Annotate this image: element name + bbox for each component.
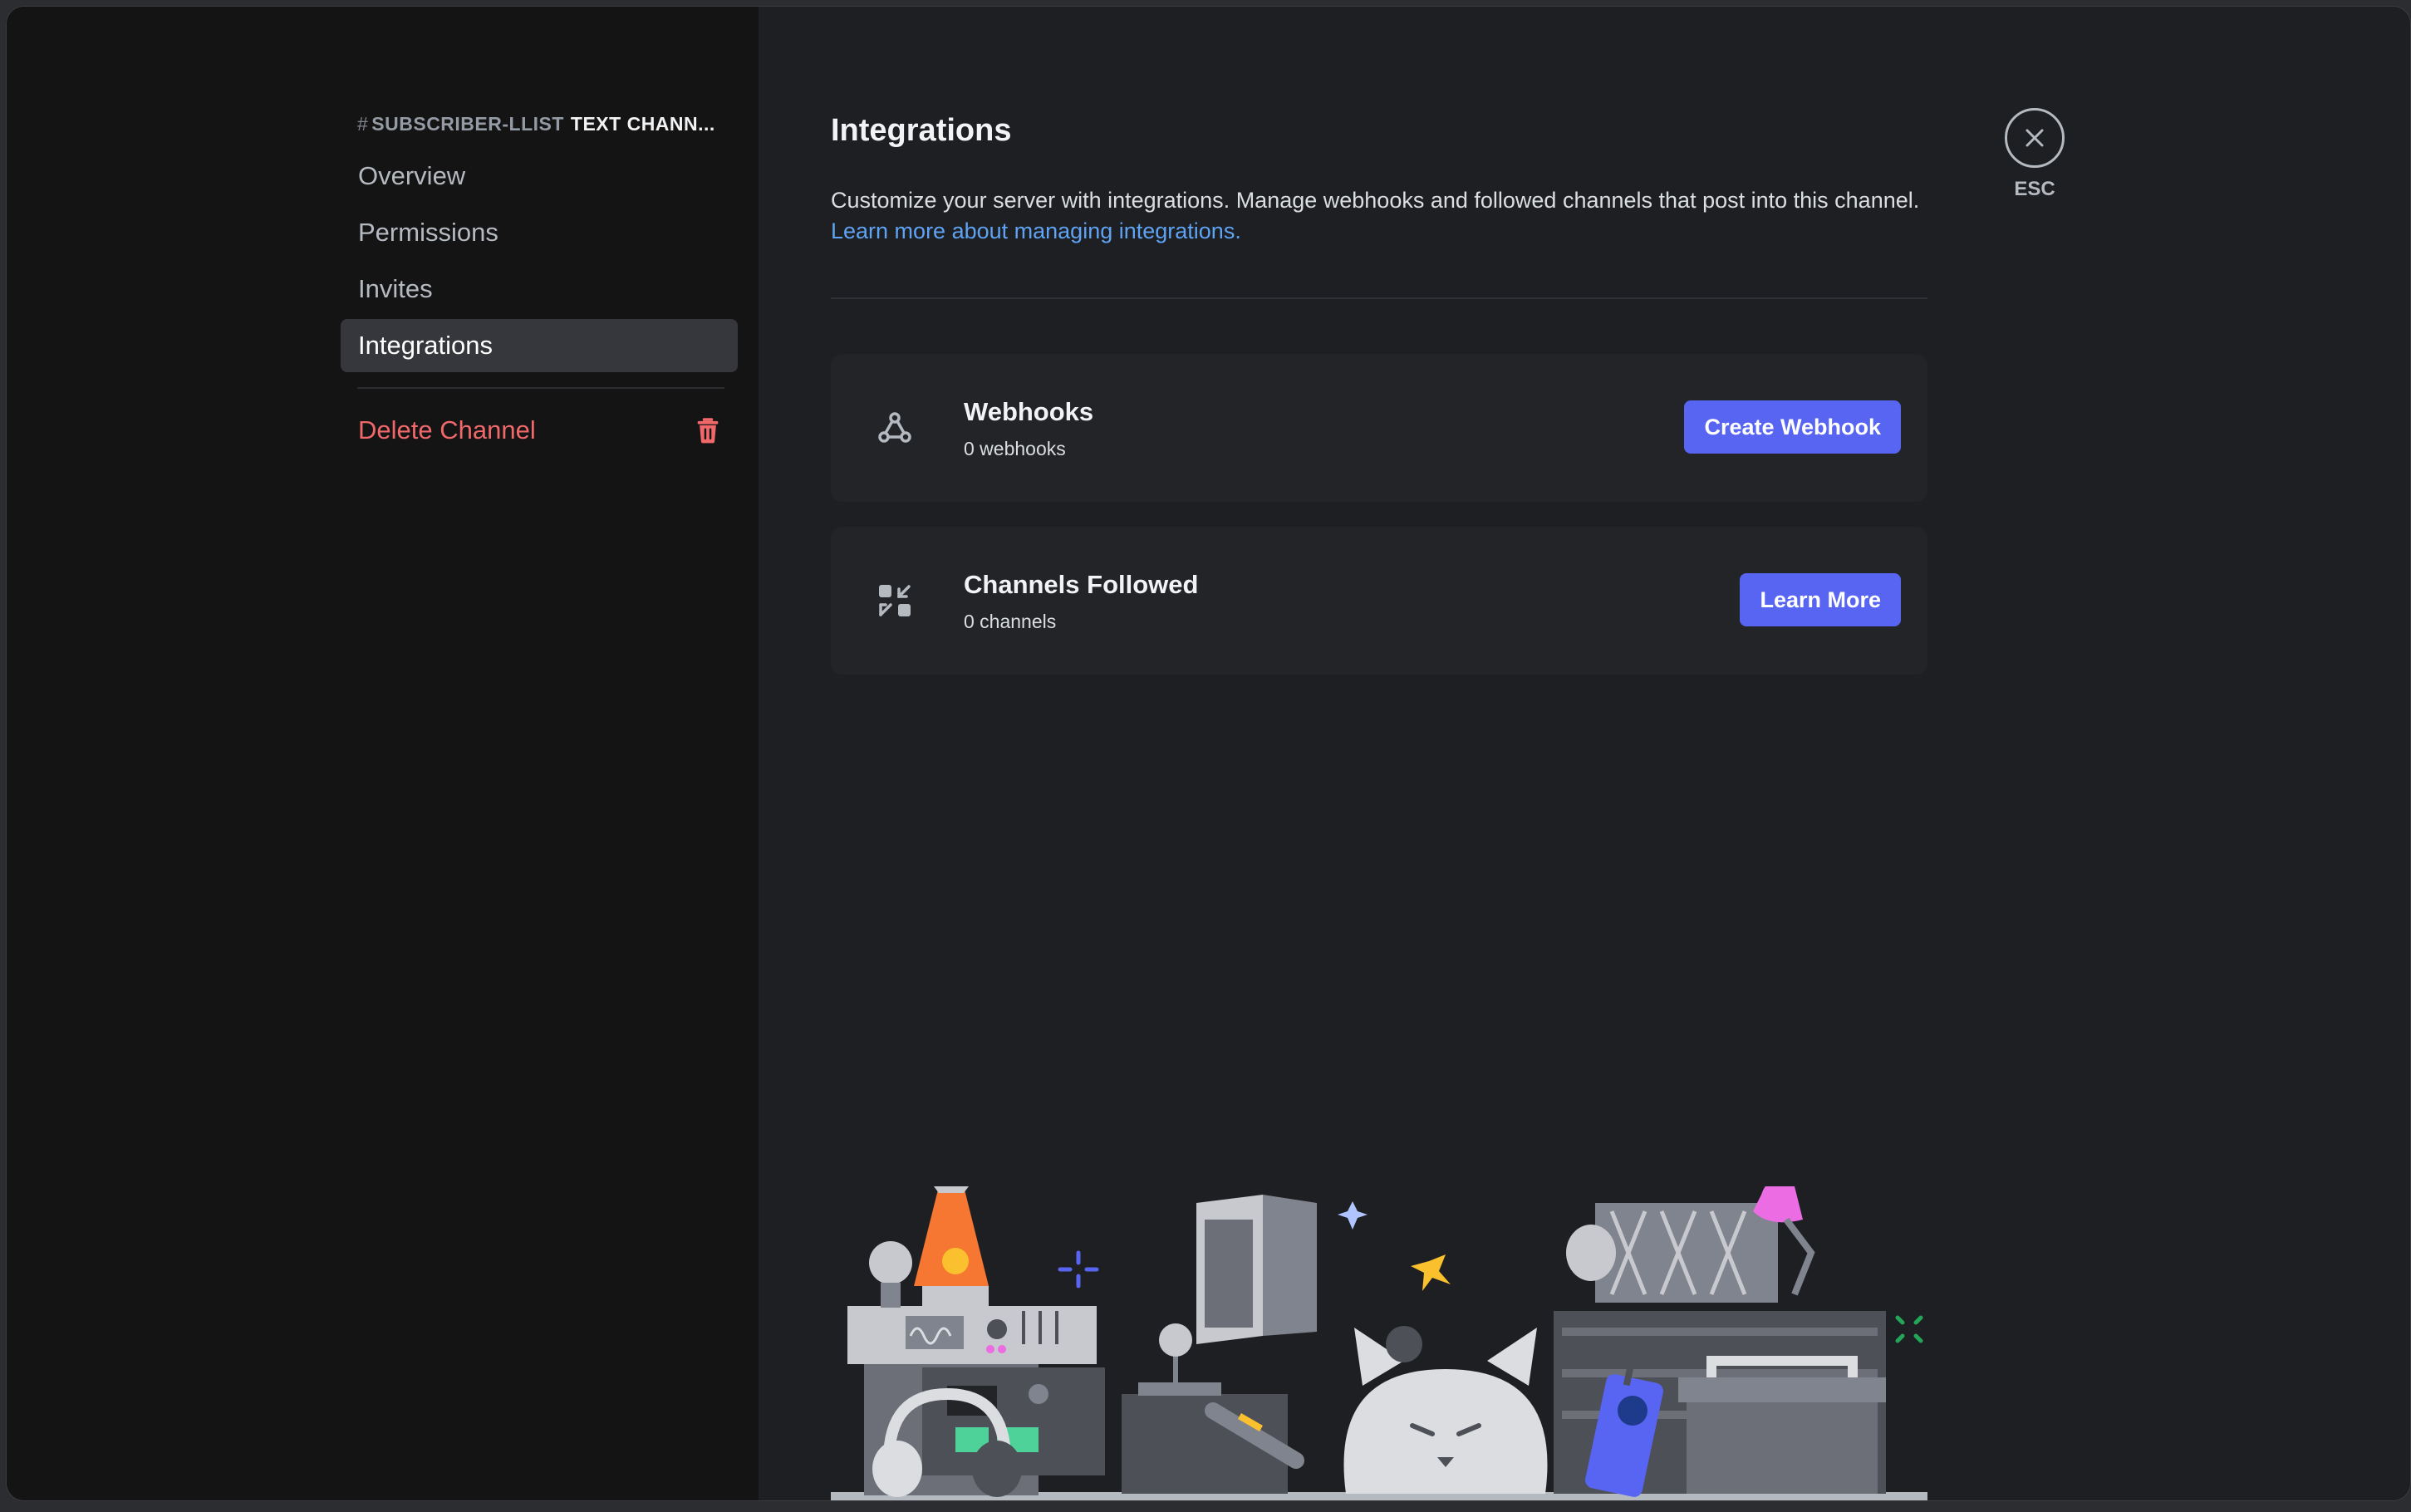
webhooks-count: 0 webhooks [964, 438, 1066, 459]
trash-icon [695, 417, 720, 444]
sidebar-item-label: Permissions [358, 218, 498, 247]
sidebar-divider [357, 387, 724, 389]
delete-channel-button[interactable]: Delete Channel [341, 404, 738, 457]
channel-name: SUBSCRIBER-LLIST [371, 113, 564, 135]
channels-followed-title: Channels Followed [964, 570, 1199, 599]
sidebar-item-label: Overview [358, 161, 466, 190]
webhook-icon [874, 407, 916, 449]
channels-followed-count: 0 channels [964, 611, 1057, 632]
settings-content: Integrations Customize your server with … [759, 7, 2410, 1500]
channel-type: TEXT CHANN... [570, 113, 715, 135]
content-divider [831, 297, 1927, 299]
sidebar-header: # SUBSCRIBER-LLIST TEXT CHANN... [357, 113, 723, 135]
sidebar-item-label: Integrations [358, 331, 493, 360]
webhooks-card: Webhooks 0 webhooks Create Webhook [831, 354, 1927, 502]
sidebar-item-overview[interactable]: Overview [341, 150, 738, 203]
close-icon [2026, 129, 2044, 147]
settings-window: # SUBSCRIBER-LLIST TEXT CHANN... Overview … [6, 6, 2411, 1501]
channels-followed-icon [874, 580, 916, 621]
webhooks-title: Webhooks [964, 397, 1094, 426]
esc-label: ESC [2014, 178, 2055, 200]
sidebar-item-invites[interactable]: Invites [341, 263, 738, 316]
page-description: Customize your server with integrations.… [831, 185, 1936, 247]
channels-followed-card: Channels Followed 0 channels Learn More [831, 527, 1927, 675]
sidebar-item-label: Invites [358, 274, 433, 303]
hash-icon: # [357, 113, 369, 135]
settings-sidebar: # SUBSCRIBER-LLIST TEXT CHANN... Overview … [7, 7, 759, 1500]
sidebar-item-permissions[interactable]: Permissions [341, 206, 738, 259]
description-text: Customize your server with integrations.… [831, 188, 1920, 213]
sidebar-item-integrations[interactable]: Integrations [341, 319, 738, 372]
page-title: Integrations [831, 113, 1012, 148]
learn-more-link[interactable]: Learn more about managing integrations. [831, 216, 1936, 247]
close-control: ESC [1993, 108, 2076, 201]
integrations-illustration [831, 1180, 1927, 1500]
close-button[interactable] [2005, 108, 2065, 168]
create-webhook-button[interactable]: Create Webhook [1684, 400, 1901, 454]
delete-channel-label: Delete Channel [358, 415, 536, 444]
learn-more-button[interactable]: Learn More [1740, 573, 1901, 626]
